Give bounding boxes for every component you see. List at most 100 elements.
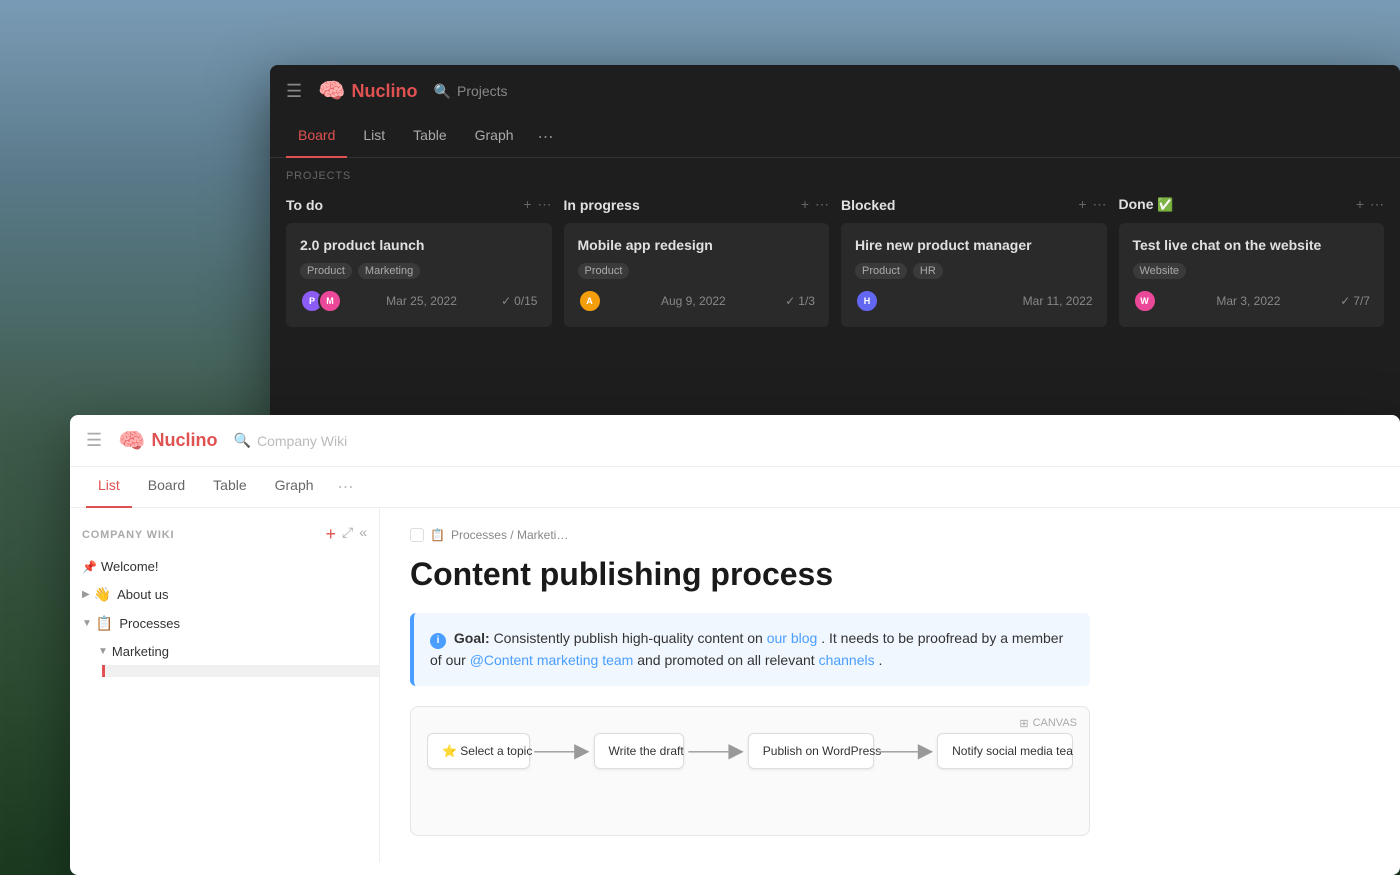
breadcrumb: 📋 Processes / Marketi… bbox=[410, 528, 1370, 542]
goal-link-blog[interactable]: our blog bbox=[767, 630, 818, 646]
tag-product-mobile: Product bbox=[578, 263, 630, 279]
chevron-right-about: ▶ bbox=[82, 589, 90, 600]
column-todo: To do + ⋯ 2.0 product launch Product Mar… bbox=[286, 190, 552, 327]
column-header-done: Done ✅ + ⋯ bbox=[1119, 190, 1385, 223]
sidebar-add-button[interactable]: + bbox=[325, 524, 336, 545]
flow-node-1[interactable]: ⭐ Select a topic bbox=[427, 733, 530, 769]
projects-window: ☰ 🧠 Nuclino 🔍 Projects Board List Table … bbox=[270, 65, 1400, 425]
column-actions-blocked: + ⋯ bbox=[1078, 196, 1106, 213]
tab-table-dark[interactable]: Table bbox=[401, 117, 458, 158]
flow-node-2[interactable]: Write the draft bbox=[594, 733, 685, 769]
card-footer-mobile: A Aug 9, 2022 ✓ 1/3 bbox=[578, 289, 816, 313]
card-tags-product-launch: Product Marketing bbox=[300, 263, 538, 279]
light-body: COMPANY WIKI + ⤢ « 📌 Welcome! ▶ 👋 About … bbox=[70, 508, 1400, 862]
tab-graph-light[interactable]: Graph bbox=[263, 467, 326, 508]
tab-list-dark[interactable]: List bbox=[351, 117, 397, 158]
card-avatars-chat: W bbox=[1133, 289, 1157, 313]
pin-icon: 📌 bbox=[82, 560, 97, 574]
card-live-chat[interactable]: Test live chat on the website Website W … bbox=[1119, 223, 1385, 327]
card-footer-hire: H Mar 11, 2022 bbox=[855, 289, 1093, 313]
flow-node-1-label: Select a topic bbox=[460, 744, 532, 758]
sidebar-item-content-publishing[interactable] bbox=[102, 665, 379, 677]
search-icon: 🔍 bbox=[434, 83, 451, 100]
column-header-inprogress: In progress + ⋯ bbox=[564, 190, 830, 223]
sidebar-collapse-icon[interactable]: « bbox=[359, 524, 367, 545]
flow-node-3[interactable]: Publish on WordPress bbox=[748, 733, 874, 769]
info-icon: i bbox=[430, 633, 446, 649]
goal-label: Goal: bbox=[454, 630, 490, 646]
tab-graph-dark[interactable]: Graph bbox=[463, 117, 526, 158]
card-product-launch[interactable]: 2.0 product launch Product Marketing P M… bbox=[286, 223, 552, 327]
chevron-down-processes: ▼ bbox=[82, 618, 92, 629]
tab-list-light[interactable]: List bbox=[86, 467, 132, 508]
sidebar-item-about[interactable]: ▶ 👋 About us bbox=[70, 580, 379, 609]
sidebar: COMPANY WIKI + ⤢ « 📌 Welcome! ▶ 👋 About … bbox=[70, 508, 380, 862]
tab-table-light[interactable]: Table bbox=[201, 467, 258, 508]
tab-board-light[interactable]: Board bbox=[136, 467, 197, 508]
sidebar-item-ad-campaign[interactable] bbox=[102, 689, 379, 701]
flow-arrow-1: ——▶ bbox=[534, 738, 589, 763]
card-mobile-redesign[interactable]: Mobile app redesign Product A Aug 9, 202… bbox=[564, 223, 830, 327]
flow-node-3-label: Publish on WordPress bbox=[763, 744, 882, 758]
sidebar-item-ab-testing[interactable] bbox=[102, 677, 379, 689]
card-tags-chat: Website bbox=[1133, 263, 1371, 279]
column-inprogress: In progress + ⋯ Mobile app redesign Prod… bbox=[564, 190, 830, 327]
goal-link-team[interactable]: @Content marketing team bbox=[470, 652, 634, 668]
projects-section-label: PROJECTS bbox=[270, 158, 1400, 190]
star-icon: ⭐ bbox=[442, 744, 460, 758]
card-date-mobile: Aug 9, 2022 bbox=[661, 294, 726, 308]
board-columns: To do + ⋯ 2.0 product launch Product Mar… bbox=[270, 190, 1400, 327]
brain-icon: 🧠 bbox=[318, 78, 345, 104]
menu-icon[interactable]: ☰ bbox=[286, 81, 302, 102]
flow-node-4[interactable]: Notify social media team bbox=[937, 733, 1073, 769]
column-add-done[interactable]: + bbox=[1356, 196, 1364, 213]
card-avatars-product-launch: P M bbox=[300, 289, 342, 313]
dark-search[interactable]: 🔍 Projects bbox=[434, 83, 508, 100]
avatar-2: M bbox=[318, 289, 342, 313]
sidebar-item-label-about: About us bbox=[117, 587, 353, 602]
light-logo[interactable]: 🧠 Nuclino bbox=[118, 428, 217, 454]
column-more-done[interactable]: ⋯ bbox=[1370, 196, 1384, 213]
sidebar-item-processes[interactable]: ▼ 📋 Processes bbox=[70, 609, 379, 638]
column-add-inprogress[interactable]: + bbox=[801, 196, 809, 213]
search-icon-light: 🔍 bbox=[234, 432, 251, 449]
dark-logo[interactable]: 🧠 Nuclino bbox=[318, 78, 417, 104]
sidebar-expand-icon[interactable]: ⤢ bbox=[342, 524, 353, 545]
card-avatars-hire: H bbox=[855, 289, 879, 313]
dark-header: ☰ 🧠 Nuclino 🔍 Projects bbox=[270, 65, 1400, 117]
column-more-blocked[interactable]: ⋯ bbox=[1093, 196, 1107, 213]
clipboard-icon: 📋 bbox=[96, 615, 113, 632]
avatar-5: W bbox=[1133, 289, 1157, 313]
column-add-blocked[interactable]: + bbox=[1078, 196, 1086, 213]
sidebar-marketing-children bbox=[86, 665, 379, 701]
column-more-todo[interactable]: ⋯ bbox=[538, 196, 552, 213]
column-add-todo[interactable]: + bbox=[523, 196, 531, 213]
sidebar-section-label: COMPANY WIKI bbox=[82, 529, 174, 541]
column-more-inprogress[interactable]: ⋯ bbox=[815, 196, 829, 213]
brain-icon-light: 🧠 bbox=[118, 428, 145, 454]
card-date-hire: Mar 11, 2022 bbox=[1023, 294, 1093, 308]
sidebar-item-welcome[interactable]: 📌 Welcome! bbox=[70, 553, 379, 580]
card-date-product-launch: Mar 25, 2022 bbox=[386, 294, 457, 308]
canvas-icon: ⊞ bbox=[1019, 717, 1028, 730]
sidebar-item-marketing[interactable]: ▼ Marketing bbox=[86, 638, 379, 665]
tabs-more-dark[interactable]: ⋯ bbox=[530, 117, 562, 157]
wiki-window: ☰ 🧠 Nuclino 🔍 Company Wiki List Board Ta… bbox=[70, 415, 1400, 875]
light-search[interactable]: 🔍 Company Wiki bbox=[234, 432, 348, 449]
light-header: ☰ 🧠 Nuclino 🔍 Company Wiki bbox=[70, 415, 1400, 467]
column-blocked: Blocked + ⋯ Hire new product manager Pro… bbox=[841, 190, 1107, 327]
column-actions-inprogress: + ⋯ bbox=[801, 196, 829, 213]
tabs-more-light[interactable]: ⋯ bbox=[330, 467, 362, 507]
flow-diagram: ⭐ Select a topic ——▶ Write the draft ——▶… bbox=[427, 723, 1073, 779]
light-app-name: Nuclino bbox=[152, 430, 218, 451]
card-tags-hire: Product HR bbox=[855, 263, 1093, 279]
goal-link-channels[interactable]: channels bbox=[819, 652, 875, 668]
tab-board-dark[interactable]: Board bbox=[286, 117, 347, 158]
flow-node-2-label: Write the draft bbox=[609, 744, 684, 758]
menu-icon-light[interactable]: ☰ bbox=[86, 430, 102, 451]
breadcrumb-checkbox[interactable] bbox=[410, 528, 424, 542]
card-title-product-launch: 2.0 product launch bbox=[300, 237, 538, 253]
card-hire-pm[interactable]: Hire new product manager Product HR H Ma… bbox=[841, 223, 1107, 327]
card-title-hire: Hire new product manager bbox=[855, 237, 1093, 253]
card-checklist-product-launch: ✓ 0/15 bbox=[501, 294, 537, 308]
